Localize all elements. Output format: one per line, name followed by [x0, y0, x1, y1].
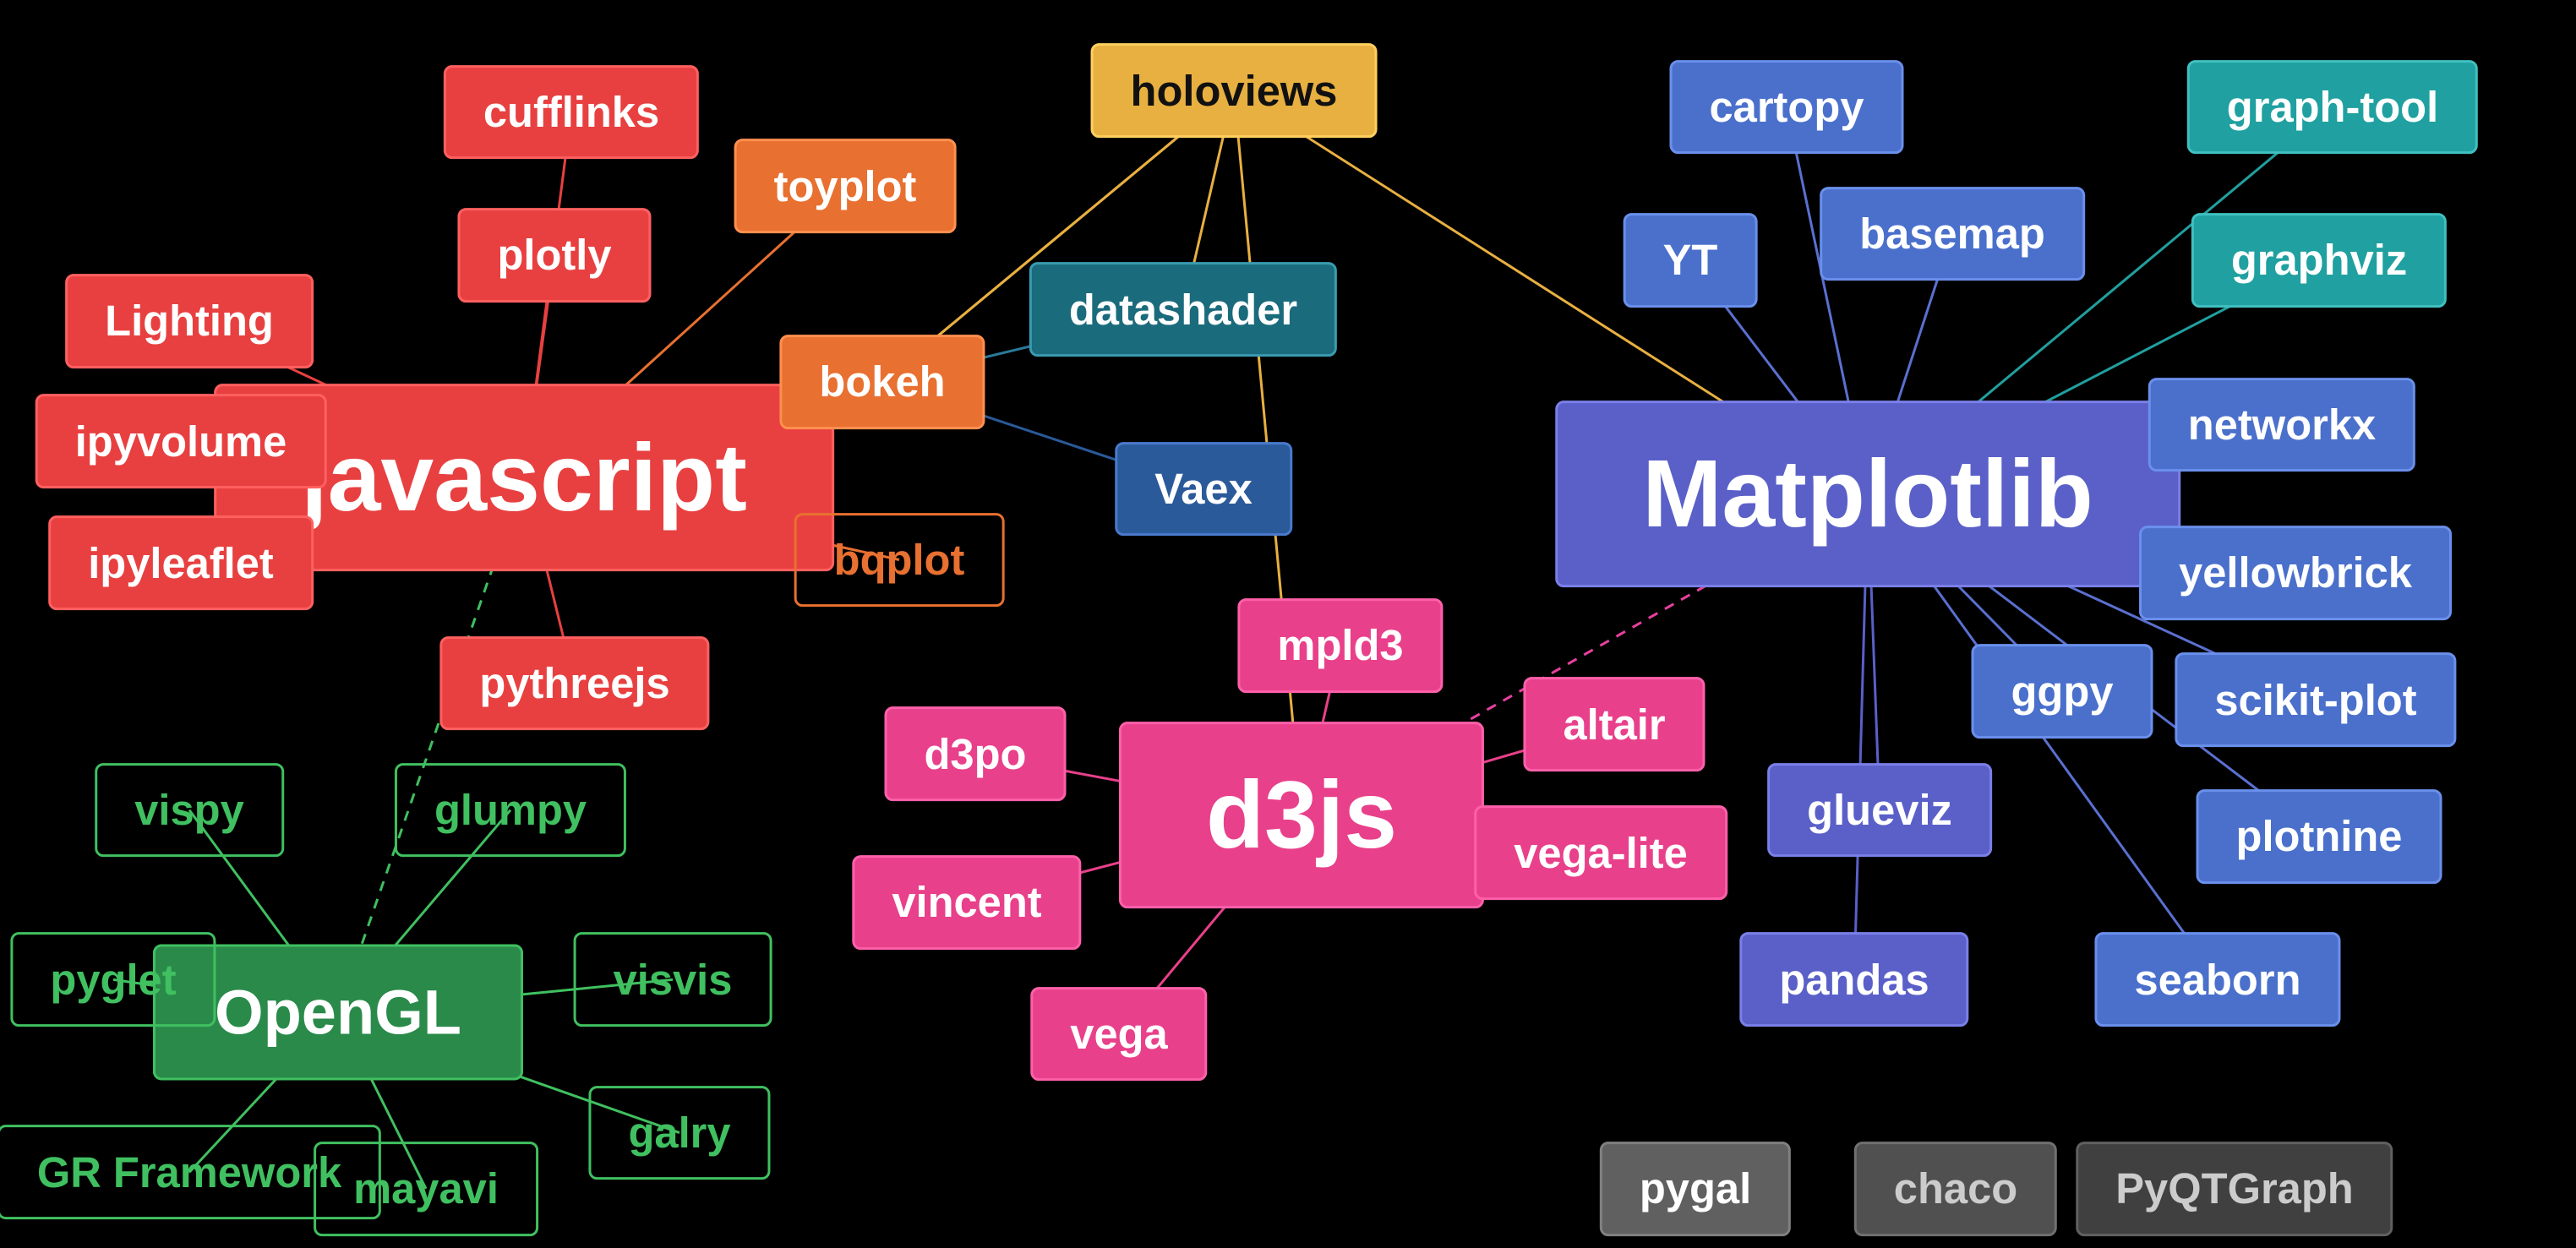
node-ipyvolume: ipyvolume — [35, 394, 327, 488]
node-seaborn: seaborn — [2094, 933, 2340, 1027]
node-graphtool: graph-tool — [2187, 60, 2478, 155]
node-matplotlib: Matplotlib — [1555, 401, 2180, 588]
node-chaco: chaco — [1854, 1142, 2057, 1236]
node-yt: YT — [1624, 213, 1758, 308]
node-pythreejs: pythreejs — [439, 636, 709, 731]
node-lighting: Lighting — [65, 274, 314, 368]
node-bqplot: bqplot — [794, 513, 1005, 608]
node-yellowbrick: yellowbrick — [2139, 526, 2452, 620]
node-vegalite: vega-lite — [1474, 805, 1727, 900]
node-altair: altair — [1523, 677, 1705, 771]
node-holoviews: holoviews — [1091, 43, 1378, 138]
node-plotnine: plotnine — [2197, 789, 2442, 884]
node-toyplot: toyplot — [734, 139, 957, 233]
node-scikit-plot: scikit-plot — [2175, 652, 2456, 747]
node-glueviz: glueviz — [1767, 763, 1992, 858]
node-grframework: GR Framework — [0, 1125, 381, 1219]
node-plotly: plotly — [457, 208, 651, 302]
node-basemap: basemap — [1820, 187, 2085, 281]
node-vaex: Vaex — [1115, 442, 1292, 537]
node-d3js: d3js — [1119, 722, 1484, 909]
node-datashader: datashader — [1029, 262, 1337, 357]
node-d3po: d3po — [884, 707, 1066, 802]
node-cartopy: cartopy — [1670, 60, 1904, 155]
node-glumpy: glumpy — [395, 763, 626, 858]
node-ggpy: ggpy — [1971, 645, 2153, 739]
node-vega: vega — [1030, 987, 1207, 1082]
node-ipyleaflet: ipyleaflet — [48, 516, 314, 611]
node-pyglet: pyglet — [10, 933, 216, 1027]
node-networkx: networkx — [2148, 378, 2415, 472]
node-cufflinks: cufflinks — [444, 65, 699, 160]
node-pyqtgraph: PyQTGraph — [2076, 1142, 2393, 1236]
node-visvis: visvis — [574, 933, 772, 1027]
node-pandas: pandas — [1739, 933, 1968, 1027]
node-galry: galry — [588, 1086, 770, 1180]
node-mpld3: mpld3 — [1237, 598, 1443, 693]
node-bokeh: bokeh — [779, 335, 985, 429]
node-vincent: vincent — [852, 855, 1081, 950]
node-vispy: vispy — [95, 763, 284, 858]
node-graphviz: graphviz — [2191, 213, 2447, 308]
node-pygal: pygal — [1600, 1142, 1791, 1236]
